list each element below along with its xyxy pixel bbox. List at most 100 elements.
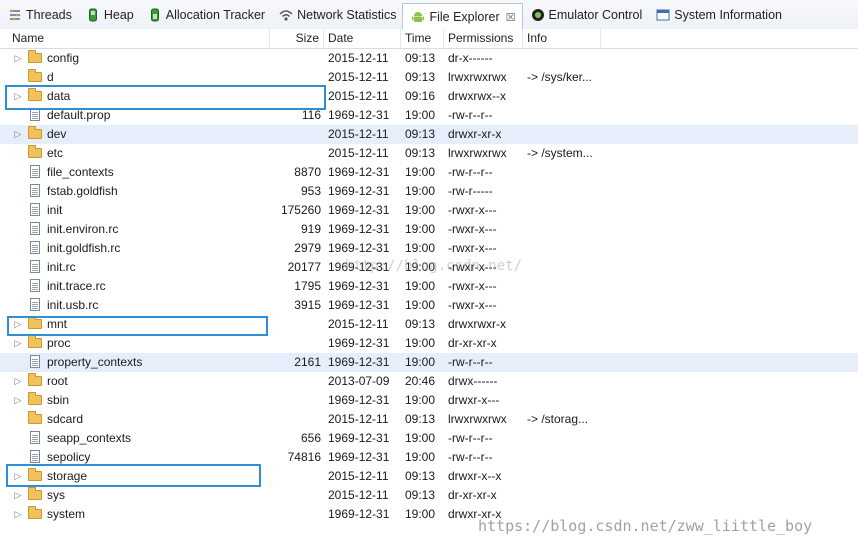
expand-arrow-icon[interactable]: ▷ xyxy=(13,372,23,391)
file-size xyxy=(270,334,321,353)
file-name: property_contexts xyxy=(47,355,143,369)
file-icon xyxy=(27,201,43,220)
file-date: 1969-12-31 xyxy=(328,184,390,198)
close-tab-icon[interactable]: ☒ xyxy=(506,11,516,24)
threads-icon xyxy=(8,8,22,22)
file-permissions: lrwxrwxrwx xyxy=(448,146,507,160)
tree-row-init-goldfish-rc[interactable]: init.goldfish.rc 2979 1969-12-31 19:00 -rwxr… xyxy=(0,239,858,258)
tab-system-information[interactable]: System Information xyxy=(648,0,788,29)
file-permissions: drwxrwxr-x xyxy=(448,317,506,331)
file-size xyxy=(270,391,321,410)
file-permissions: -rw-r--r-- xyxy=(448,450,493,464)
tree-row-etc[interactable]: etc 2015-12-11 09:13 lrwxrwxrwx -> /system..… xyxy=(0,144,858,163)
tree-row-init-environ-rc[interactable]: init.environ.rc 919 1969-12-31 19:00 -rwxr-x… xyxy=(0,220,858,239)
tab-network-statistics[interactable]: Network Statistics xyxy=(271,0,402,29)
column-name[interactable]: Name xyxy=(0,29,270,48)
file-name: fstab.goldfish xyxy=(47,184,118,198)
file-date: 2015-12-11 xyxy=(328,469,389,483)
file-date: 2015-12-11 xyxy=(328,488,389,502)
file-size xyxy=(270,125,321,144)
file-time: 19:00 xyxy=(405,241,436,255)
folder-icon xyxy=(27,144,43,163)
file-icon xyxy=(27,353,43,372)
file-date: 1969-12-31 xyxy=(328,279,390,293)
data-highlight-box xyxy=(5,85,326,110)
tree-row-sbin[interactable]: ▷ sbin 1969-12-31 19:00 drwxr-x--- xyxy=(0,391,858,410)
tree-row-init-trace-rc[interactable]: init.trace.rc 1795 1969-12-31 19:00 -rwxr-x-… xyxy=(0,277,858,296)
file-date: 1969-12-31 xyxy=(328,222,390,236)
tree-row-fstab-goldfish[interactable]: fstab.goldfish 953 1969-12-31 19:00 -rw-r---… xyxy=(0,182,858,201)
file-date: 1969-12-31 xyxy=(328,165,390,179)
file-time: 09:13 xyxy=(405,51,436,65)
file-size: 2979 xyxy=(294,241,321,255)
file-date: 1969-12-31 xyxy=(328,298,390,312)
expand-spacer xyxy=(13,410,23,429)
column-info[interactable]: Info xyxy=(523,29,601,48)
column-date[interactable]: Date xyxy=(324,29,401,48)
file-name: system xyxy=(47,507,86,521)
file-permissions: -rwxr-x--- xyxy=(448,241,497,255)
expand-spacer xyxy=(13,201,23,220)
file-date: 1969-12-31 xyxy=(328,108,390,122)
tree-row-sys[interactable]: ▷ sys 2015-12-11 09:13 dr-xr-xr-x xyxy=(0,486,858,505)
file-size: 1795 xyxy=(294,279,321,293)
file-time: 19:00 xyxy=(405,184,436,198)
tree-row-file-contexts[interactable]: file_contexts 8870 1969-12-31 19:00 -rw-r--r… xyxy=(0,163,858,182)
file-name: root xyxy=(47,374,68,388)
allocation-icon xyxy=(148,8,162,22)
tree-row-init-usb-rc[interactable]: init.usb.rc 3915 1969-12-31 19:00 -rwxr-x--- xyxy=(0,296,858,315)
expand-spacer xyxy=(13,182,23,201)
tree-row-sdcard[interactable]: sdcard 2015-12-11 09:13 lrwxrwxrwx -> /stora… xyxy=(0,410,858,429)
expand-arrow-icon[interactable]: ▷ xyxy=(13,486,23,505)
tree-row-init[interactable]: init 175260 1969-12-31 19:00 -rwxr-x--- xyxy=(0,201,858,220)
tab-heap[interactable]: Heap xyxy=(78,0,140,29)
file-icon xyxy=(27,220,43,239)
file-time: 09:13 xyxy=(405,469,436,483)
file-date: 1969-12-31 xyxy=(328,507,390,521)
expand-arrow-icon[interactable]: ▷ xyxy=(13,49,23,68)
file-time: 09:13 xyxy=(405,127,436,141)
folder-icon xyxy=(27,391,43,410)
tree-row-dev[interactable]: ▷ dev 2015-12-11 09:13 drwxr-xr-x xyxy=(0,125,858,144)
file-permissions: -rwxr-x--- xyxy=(448,203,497,217)
file-name: sys xyxy=(47,488,65,502)
file-size: 20177 xyxy=(287,260,321,274)
tree-row-property-contexts[interactable]: property_contexts 2161 1969-12-31 19:00 -rw-… xyxy=(0,353,858,372)
tree-row-config[interactable]: ▷ config 2015-12-11 09:13 dr-x------ xyxy=(0,49,858,68)
tab-emulator-control[interactable]: Emulator Control xyxy=(523,0,649,29)
expand-arrow-icon[interactable]: ▷ xyxy=(13,505,23,524)
tab-allocation-tracker[interactable]: Allocation Tracker xyxy=(140,0,271,29)
folder-icon xyxy=(27,334,43,353)
file-time: 19:00 xyxy=(405,279,436,293)
storage-highlight-box xyxy=(6,464,261,487)
file-date: 2015-12-11 xyxy=(328,70,389,84)
column-permissions[interactable]: Permissions xyxy=(444,29,523,48)
tree-row-root[interactable]: ▷ root 2013-07-09 20:46 drwx------ xyxy=(0,372,858,391)
column-size[interactable]: Size xyxy=(270,29,324,48)
file-permissions: -rw-r--r-- xyxy=(448,355,493,369)
file-size xyxy=(270,410,321,429)
file-info: -> /system... xyxy=(527,146,593,160)
expand-arrow-icon[interactable]: ▷ xyxy=(13,334,23,353)
expand-arrow-icon[interactable]: ▷ xyxy=(13,391,23,410)
expand-arrow-icon[interactable]: ▷ xyxy=(13,125,23,144)
tab-label: Allocation Tracker xyxy=(165,7,266,22)
tree-row-seapp-contexts[interactable]: seapp_contexts 656 1969-12-31 19:00 -rw-r--r… xyxy=(0,429,858,448)
file-size: 3915 xyxy=(294,298,321,312)
tree-row-proc[interactable]: ▷ proc 1969-12-31 19:00 dr-xr-xr-x xyxy=(0,334,858,353)
file-name: file_contexts xyxy=(47,165,114,179)
file-permissions: dr-x------ xyxy=(448,51,493,65)
tab-threads[interactable]: Threads xyxy=(0,0,78,29)
column-time[interactable]: Time xyxy=(401,29,444,48)
file-name: seapp_contexts xyxy=(47,431,132,445)
file-permissions: -rw-r--r-- xyxy=(448,108,493,122)
tab-file-explorer[interactable]: File Explorer ☒ xyxy=(402,3,523,30)
file-size xyxy=(270,372,321,391)
file-name: sbin xyxy=(47,393,70,407)
file-time: 19:00 xyxy=(405,507,436,521)
file-time: 19:00 xyxy=(405,355,436,369)
watermark-middle: http://blog.csdn.net/ xyxy=(345,258,523,274)
file-size: 919 xyxy=(300,222,321,236)
file-name: init.rc xyxy=(47,260,76,274)
expand-spacer xyxy=(13,163,23,182)
